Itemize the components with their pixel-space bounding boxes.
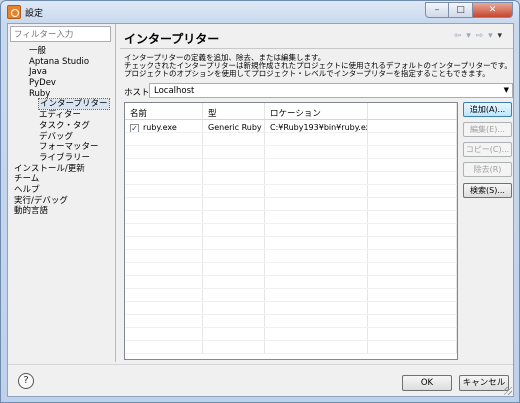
help-icon[interactable]: ? <box>18 373 34 389</box>
page-description: インタープリターの定義を追加、除去、または編集します。 チェックされたインタープ… <box>124 53 512 79</box>
empty-row <box>125 302 457 315</box>
tree-item-run-debug[interactable]: 実行/デバッグ <box>14 196 112 207</box>
tree-item-label: 動的言語 <box>14 206 49 217</box>
empty-row <box>125 289 457 302</box>
copy-button[interactable]: コピー(C)... <box>463 142 512 157</box>
empty-row <box>125 211 457 224</box>
tree-item-label: エディター <box>39 110 81 121</box>
ok-button[interactable]: OK <box>402 375 452 391</box>
tree-item-general[interactable]: 一般 <box>14 46 112 57</box>
tree-item-team[interactable]: チーム <box>14 174 112 185</box>
tree-item-label: フォーマッター <box>39 142 99 153</box>
add-button[interactable]: 追加(A)... <box>463 102 512 117</box>
tree-item-ruby[interactable]: Ruby <box>14 89 112 100</box>
preferences-window: 設定 – □ ✕ 一般 Aptana Studio Java PyDev Rub… <box>0 0 520 403</box>
history-navigation: ⇦ ▾ ⇨ ▾ ▾ <box>454 31 503 41</box>
title-bar[interactable]: 設定 – □ ✕ <box>1 1 519 23</box>
empty-row <box>125 172 457 185</box>
description-line: プロジェクトのオプションを使用してプロジェクト・レベルでインタープリターを指定す… <box>124 69 490 79</box>
empty-row <box>125 341 457 354</box>
filter-input[interactable] <box>10 26 111 42</box>
interpreter-name: ruby.exe <box>143 123 177 132</box>
tree-item-label: デバッグ <box>39 131 74 142</box>
tree-item-label: タスク・タグ <box>39 120 90 131</box>
preference-tree: 一般 Aptana Studio Java PyDev Ruby インタープリタ… <box>14 46 112 217</box>
remove-button[interactable]: 除去(R) <box>463 162 512 177</box>
tree-item-label: 実行/デバッグ <box>14 195 68 206</box>
back-arrow-icon[interactable]: ⇦ <box>454 31 463 41</box>
column-header-type[interactable]: 型 <box>203 103 265 119</box>
empty-row <box>125 263 457 276</box>
empty-row <box>125 315 457 328</box>
forward-arrow-icon[interactable]: ⇨ <box>476 31 485 41</box>
tree-item-label: インタープリター <box>38 98 110 111</box>
title-divider <box>120 48 513 49</box>
empty-row <box>125 133 457 146</box>
empty-row <box>125 276 457 289</box>
tree-item-help[interactable]: ヘルプ <box>14 185 112 196</box>
window-controls: – □ ✕ <box>425 2 513 18</box>
edit-button[interactable]: 編集(E)... <box>463 122 512 137</box>
column-header-name[interactable]: 名前 <box>125 103 203 119</box>
table-header: 名前 型 ロケーション <box>125 103 457 120</box>
interpreter-type-cell: Generic Ruby <box>203 120 265 132</box>
empty-row <box>125 250 457 263</box>
maximize-button[interactable]: □ <box>449 2 473 18</box>
interpreter-table: 名前 型 ロケーション ✓ ruby.exe Generic Ruby C:¥Ru… <box>124 102 458 360</box>
page-title: インタープリター <box>124 32 220 46</box>
panel-splitter[interactable] <box>115 24 116 362</box>
tree-item-task-tags[interactable]: タスク・タグ <box>14 121 112 132</box>
empty-row <box>125 159 457 172</box>
tree-item-label: ライブラリー <box>39 152 91 163</box>
interpreter-name-cell: ✓ ruby.exe <box>125 120 203 132</box>
resize-grip-icon[interactable] <box>504 387 512 395</box>
tree-item-label: Aptana Studio <box>29 56 90 67</box>
forward-menu-icon[interactable]: ▾ <box>488 31 494 41</box>
tree-item-label: チーム <box>14 174 40 185</box>
tree-item-label: ヘルプ <box>14 184 40 195</box>
tree-item-interpreter[interactable]: インタープリター <box>14 98 112 111</box>
view-menu-icon[interactable]: ▾ <box>497 31 503 41</box>
tree-item-dynamic-languages[interactable]: 動的言語 <box>14 206 112 217</box>
app-icon <box>7 5 21 19</box>
footer-divider <box>8 364 513 365</box>
minimize-button[interactable]: – <box>425 2 449 18</box>
host-select[interactable]: Localhost ▼ <box>149 83 513 98</box>
tree-item-java[interactable]: Java <box>14 67 112 78</box>
tree-item-debug[interactable]: デバッグ <box>14 132 112 143</box>
empty-row <box>125 185 457 198</box>
table-button-column: 追加(A)... 編集(E)... コピー(C)... 除去(R) 検索(S).… <box>463 102 512 203</box>
table-row[interactable]: ✓ ruby.exe Generic Ruby C:¥Ruby193¥bin¥ru… <box>125 120 457 133</box>
tree-item-formatter[interactable]: フォーマッター <box>14 142 112 153</box>
tree-item-install-update[interactable]: インストール/更新 <box>14 164 112 175</box>
tree-item-libraries[interactable]: ライブラリー <box>14 153 112 164</box>
tree-item-label: インストール/更新 <box>14 163 85 174</box>
interpreter-extra-cell <box>368 120 457 132</box>
search-button[interactable]: 検索(S)... <box>463 183 512 198</box>
empty-row <box>125 146 457 159</box>
empty-row <box>125 237 457 250</box>
window-title: 設定 <box>25 9 44 19</box>
tree-item-editor[interactable]: エディター <box>14 110 112 121</box>
tree-item-aptana-studio[interactable]: Aptana Studio <box>14 57 112 68</box>
back-menu-icon[interactable]: ▾ <box>466 31 472 41</box>
cancel-button[interactable]: キャンセル <box>459 375 509 391</box>
host-select-value: Localhost <box>154 86 195 96</box>
interpreter-location-cell: C:¥Ruby193¥bin¥ruby.exe <box>265 120 368 132</box>
default-interpreter-checkbox[interactable]: ✓ <box>130 124 139 132</box>
tree-item-pydev[interactable]: PyDev <box>14 78 112 89</box>
tree-item-label: Ruby <box>29 88 51 99</box>
dropdown-arrow-icon[interactable]: ▼ <box>504 86 509 94</box>
tree-item-label: 一般 <box>29 46 47 56</box>
close-button[interactable]: ✕ <box>473 2 513 18</box>
column-header-extra <box>368 103 457 119</box>
dialog-body: 一般 Aptana Studio Java PyDev Ruby インタープリタ… <box>7 23 514 397</box>
empty-row <box>125 328 457 341</box>
empty-row <box>125 198 457 211</box>
empty-row <box>125 224 457 237</box>
tree-item-label: PyDev <box>29 78 56 89</box>
tree-item-label: Java <box>29 67 47 78</box>
column-header-location[interactable]: ロケーション <box>265 103 368 119</box>
